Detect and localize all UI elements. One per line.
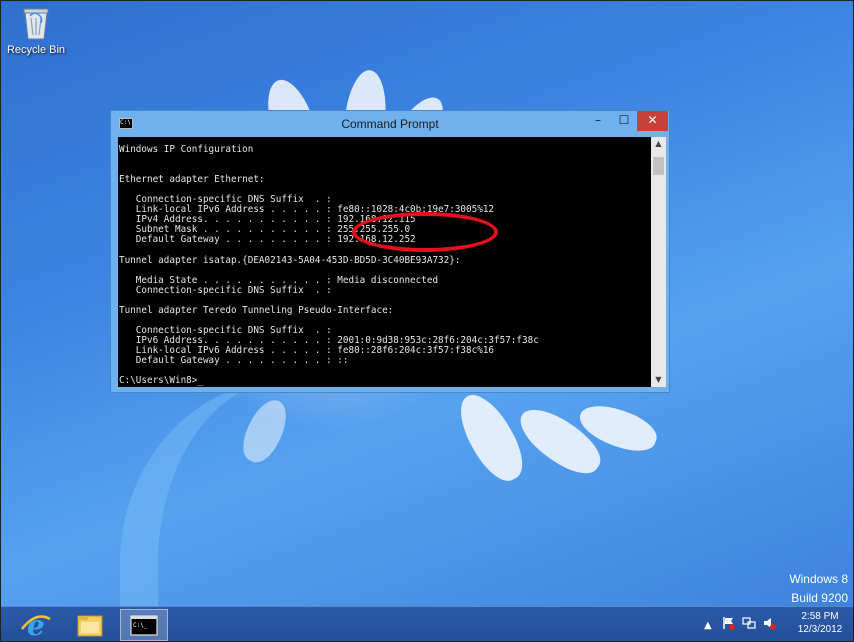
command-prompt-window[interactable]: C:\ Command Prompt – ☐ ✕ Windows IP Conf… <box>110 110 670 393</box>
taskbar-internet-explorer[interactable]: e <box>12 609 60 642</box>
taskbar-command-prompt[interactable]: C:\_ <box>120 609 168 641</box>
folder-icon <box>77 615 103 637</box>
console-output[interactable]: Windows IP Configuration Ethernet adapte… <box>118 137 651 387</box>
annotation-ellipse <box>352 212 498 252</box>
maximize-button[interactable]: ☐ <box>611 111 637 131</box>
desktop: Recycle Bin C:\ Command Prompt – ☐ ✕ Win… <box>0 0 854 642</box>
windows-build-watermark: Windows 8 Build 9200 <box>789 570 848 608</box>
scroll-up-icon[interactable]: ▲ <box>651 137 666 151</box>
wallpaper-petal <box>449 385 533 490</box>
recycle-bin-icon <box>22 6 50 40</box>
scroll-down-icon[interactable]: ▼ <box>651 373 666 387</box>
console-icon: C:\_ <box>130 615 158 636</box>
title-bar[interactable]: C:\ Command Prompt – ☐ ✕ <box>111 111 669 137</box>
volume-icon[interactable] <box>762 616 776 633</box>
clock-date: 12/3/2012 <box>797 624 843 635</box>
action-center-flag-icon[interactable] <box>722 616 736 633</box>
taskbar-clock[interactable]: 2:58 PM 12/3/2012 <box>792 610 848 636</box>
scrollbar-thumb[interactable] <box>653 157 664 175</box>
network-icon[interactable] <box>742 616 756 633</box>
vertical-scrollbar[interactable]: ▲ ▼ <box>651 137 666 387</box>
console-text: Windows IP Configuration Ethernet adapte… <box>119 144 539 387</box>
watermark-line-1: Windows 8 <box>789 572 848 586</box>
wallpaper-stem <box>120 380 358 642</box>
svg-text:e: e <box>27 609 45 641</box>
desktop-icon-recycle-bin[interactable]: Recycle Bin <box>4 6 68 56</box>
close-button[interactable]: ✕ <box>637 111 668 131</box>
svg-text:C:\_: C:\_ <box>133 622 148 629</box>
minimize-button[interactable]: – <box>585 111 611 131</box>
recycle-bin-label: Recycle Bin <box>6 44 66 56</box>
chevron-up-icon[interactable]: ▲ <box>704 620 712 631</box>
taskbar-file-explorer[interactable] <box>66 609 114 641</box>
internet-explorer-icon: e <box>21 609 51 642</box>
clock-time: 2:58 PM <box>801 611 839 622</box>
